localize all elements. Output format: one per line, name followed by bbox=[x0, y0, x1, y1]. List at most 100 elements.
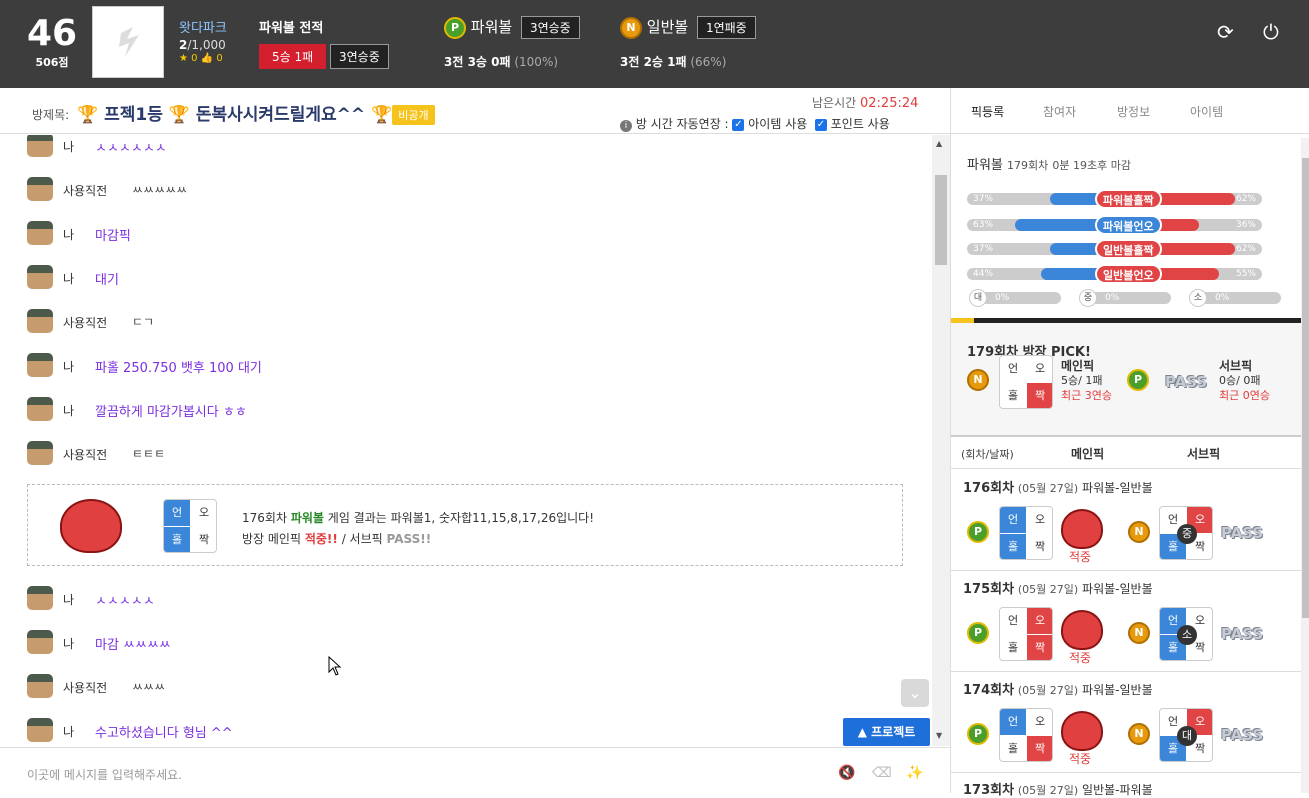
side-scrollbar-thumb[interactable] bbox=[1302, 158, 1309, 618]
record-badge-wins: 5승 1패 bbox=[259, 44, 327, 69]
game-normalball-summary: 3전 2승 1패 (66%) bbox=[620, 55, 727, 69]
record-title: 파워볼 전적 bbox=[259, 21, 324, 36]
game-name: 일반볼 bbox=[646, 18, 689, 36]
trophy-icon: 🏆 bbox=[371, 105, 393, 125]
level-display: 46 506점 bbox=[22, 14, 82, 70]
normalball-coin-icon: N bbox=[967, 369, 989, 391]
user-avatar-icon bbox=[27, 630, 53, 654]
side-panel: 픽등록 참여자 방정보 아이템 파워볼 179회차 0분 19초후 마감 37%… bbox=[950, 88, 1309, 798]
trophy-icon: 🏆 bbox=[77, 105, 99, 125]
sub-pick-info: 서브픽 0승/ 0패 최근 0연승 bbox=[1219, 359, 1270, 402]
point-use-checkbox[interactable]: ✓ bbox=[814, 118, 827, 131]
normalball-coin-icon: N bbox=[1128, 723, 1150, 745]
ratio-bar[interactable]: 44% 일반볼언오 55% bbox=[967, 264, 1262, 284]
remaining-time: 남은시간 02:25:24 bbox=[812, 96, 919, 111]
user-avatar-icon bbox=[27, 135, 53, 157]
power-icon[interactable]: ⏻ bbox=[1263, 20, 1279, 44]
chat-area: 나 ㅅㅅㅅㅅㅅㅅ 사용직전 ㅆㅆㅆㅆㅆ 나 마감픽 나 대기 사용직전 ㄷㄱ 나 파홀 25… bbox=[0, 135, 932, 746]
history-main-grid: 언오홀짝 bbox=[999, 607, 1053, 661]
scroll-down-button[interactable]: ⌄ bbox=[901, 679, 929, 707]
powerball-coin-icon: P bbox=[444, 16, 466, 39]
powerball-coin-icon: P bbox=[967, 521, 989, 543]
tab-participants[interactable]: 참여자 bbox=[1043, 103, 1076, 120]
refresh-icon[interactable]: ⟳ bbox=[1217, 20, 1234, 44]
normalball-coin-icon: N bbox=[1128, 622, 1150, 644]
room-label: 방제목: bbox=[32, 108, 70, 122]
record-badge-streak: 3연승중 bbox=[330, 44, 389, 69]
user-avatar-icon bbox=[27, 177, 53, 201]
info-icon: i bbox=[620, 120, 632, 132]
game-powerball: P 파워볼 3연승중 bbox=[444, 16, 580, 39]
devil-mascot-icon bbox=[1061, 610, 1103, 650]
size-ratio-medium: 중 0% bbox=[1079, 289, 1171, 307]
result-line-2: 방장 메인픽 적중!! / 서브픽 PASS!! bbox=[242, 532, 432, 546]
pass-label: PASS bbox=[1165, 373, 1208, 391]
scrollbar-thumb[interactable] bbox=[935, 175, 947, 265]
normalball-coin-icon: N bbox=[620, 16, 642, 39]
hit-label: 적중 bbox=[1069, 752, 1092, 766]
tab-items[interactable]: 아이템 bbox=[1190, 103, 1223, 120]
pass-label: PASS bbox=[1221, 524, 1264, 542]
user-avatar-icon bbox=[27, 397, 53, 421]
hit-label: 적중 bbox=[1069, 550, 1092, 564]
room-options: i 방 시간 자동연장 : ✓ 아이템 사용 ✓ 포인트 사용 bbox=[620, 115, 890, 132]
history-round-title: 175회차 (05월 27일) 파워볼-일반볼 bbox=[963, 582, 1153, 597]
result-line-1: 176회차 파워볼 게임 결과는 파워볼1, 숫자합11,15,8,17,26입… bbox=[242, 511, 595, 525]
pick-panel: 179회차 방장 PICK! N 언오 홀짝 메인픽 5승/ 1패 최근 3연승 P… bbox=[951, 323, 1301, 435]
room-bar: 방제목: 🏆 프젝1등 🏆 돈복사시켜드릴게요^^ 🏆 비공개 남은시간 02:2… bbox=[0, 88, 950, 134]
streak-tag: 1연패중 bbox=[696, 16, 756, 39]
avatar-placeholder-icon bbox=[119, 27, 139, 57]
user-avatar-icon bbox=[27, 586, 53, 610]
devil-mascot-icon bbox=[1061, 509, 1103, 549]
main-pick-grid[interactable]: 언오 홀짝 bbox=[999, 355, 1053, 409]
eraser-icon[interactable]: ⌫ bbox=[872, 765, 892, 781]
round-status: 파워볼 179회차 0분 19초후 마감 bbox=[967, 158, 1132, 173]
message-input[interactable]: 이곳에 메시지를 입력해주세요. bbox=[27, 766, 182, 783]
history-header-main: 메인픽 bbox=[1071, 447, 1105, 461]
project-button[interactable]: ▲ 프로젝트 bbox=[843, 718, 930, 746]
tab-pick-register[interactable]: 픽등록 bbox=[971, 103, 1004, 120]
chat-scrollbar[interactable]: ▲ ▼ bbox=[932, 135, 950, 746]
history-main-grid: 언오홀짝 bbox=[999, 506, 1053, 560]
size-ratio-large: 대 0% bbox=[969, 289, 1061, 307]
game-normalball: N 일반볼 1연패중 bbox=[620, 16, 756, 39]
pass-label: PASS bbox=[1221, 625, 1264, 643]
devil-mascot-icon bbox=[1061, 711, 1103, 751]
history-main-grid: 언오홀짝 bbox=[999, 708, 1053, 762]
user-avatar-icon bbox=[27, 718, 53, 742]
user-avatar-icon bbox=[27, 674, 53, 698]
game-result-notice: 언 오 홀 짝 176회차 파워볼 게임 결과는 파워볼1, 숫자합11,15,… bbox=[27, 484, 903, 566]
history-round-title: 176회차 (05월 27일) 파워볼-일반볼 bbox=[963, 481, 1153, 496]
main-pick-info: 메인픽 5승/ 1패 최근 3연승 bbox=[1061, 359, 1112, 402]
magic-wand-icon[interactable]: ✨ bbox=[906, 765, 923, 781]
history-sub-grid: 언오홀짝소 bbox=[1159, 607, 1213, 661]
level-number: 46 bbox=[26, 13, 78, 54]
user-count: 2/1,000 bbox=[179, 38, 226, 52]
avatar[interactable] bbox=[92, 6, 164, 78]
side-scrollbar[interactable] bbox=[1301, 138, 1309, 793]
powerball-coin-icon: P bbox=[967, 622, 989, 644]
item-use-checkbox[interactable]: ✓ bbox=[732, 118, 745, 131]
streak-tag: 3연승중 bbox=[520, 16, 580, 39]
side-tabs: 픽등록 참여자 방정보 아이템 bbox=[951, 88, 1309, 134]
history-round-title: 173회차 (05월 27일) 일반볼-파워볼 bbox=[963, 783, 1153, 798]
history-sub-grid: 언오홀짝대 bbox=[1159, 708, 1213, 762]
powerball-coin-icon: P bbox=[967, 723, 989, 745]
user-stars: ★ 0 👍 0 bbox=[179, 53, 223, 64]
hit-label: 적중 bbox=[1069, 651, 1092, 665]
pass-label: PASS bbox=[1221, 726, 1264, 744]
username[interactable]: 왓다파크 bbox=[179, 17, 227, 36]
ratio-bar[interactable]: 37% 파워볼홀짝 62% bbox=[967, 189, 1262, 209]
top-bar: 46 506점 왓다파크 2/1,000 ★ 0 👍 0 파워볼 전적 5승 1… bbox=[0, 0, 1309, 88]
trophy-icon: 🏆 bbox=[168, 105, 190, 125]
powerball-coin-icon: P bbox=[1127, 369, 1149, 391]
normalball-coin-icon: N bbox=[1128, 521, 1150, 543]
game-name: 파워볼 bbox=[470, 18, 513, 36]
tab-room-info[interactable]: 방정보 bbox=[1117, 103, 1150, 120]
user-avatar-icon bbox=[27, 265, 53, 289]
mouse-cursor-icon bbox=[328, 656, 342, 676]
mute-icon[interactable]: 🔇 bbox=[838, 765, 855, 781]
ratio-bar[interactable]: 37% 일반볼홀짝 62% bbox=[967, 239, 1262, 259]
points: 506점 bbox=[35, 56, 69, 69]
ratio-bar[interactable]: 63% 파워볼언오 36% bbox=[967, 215, 1262, 235]
